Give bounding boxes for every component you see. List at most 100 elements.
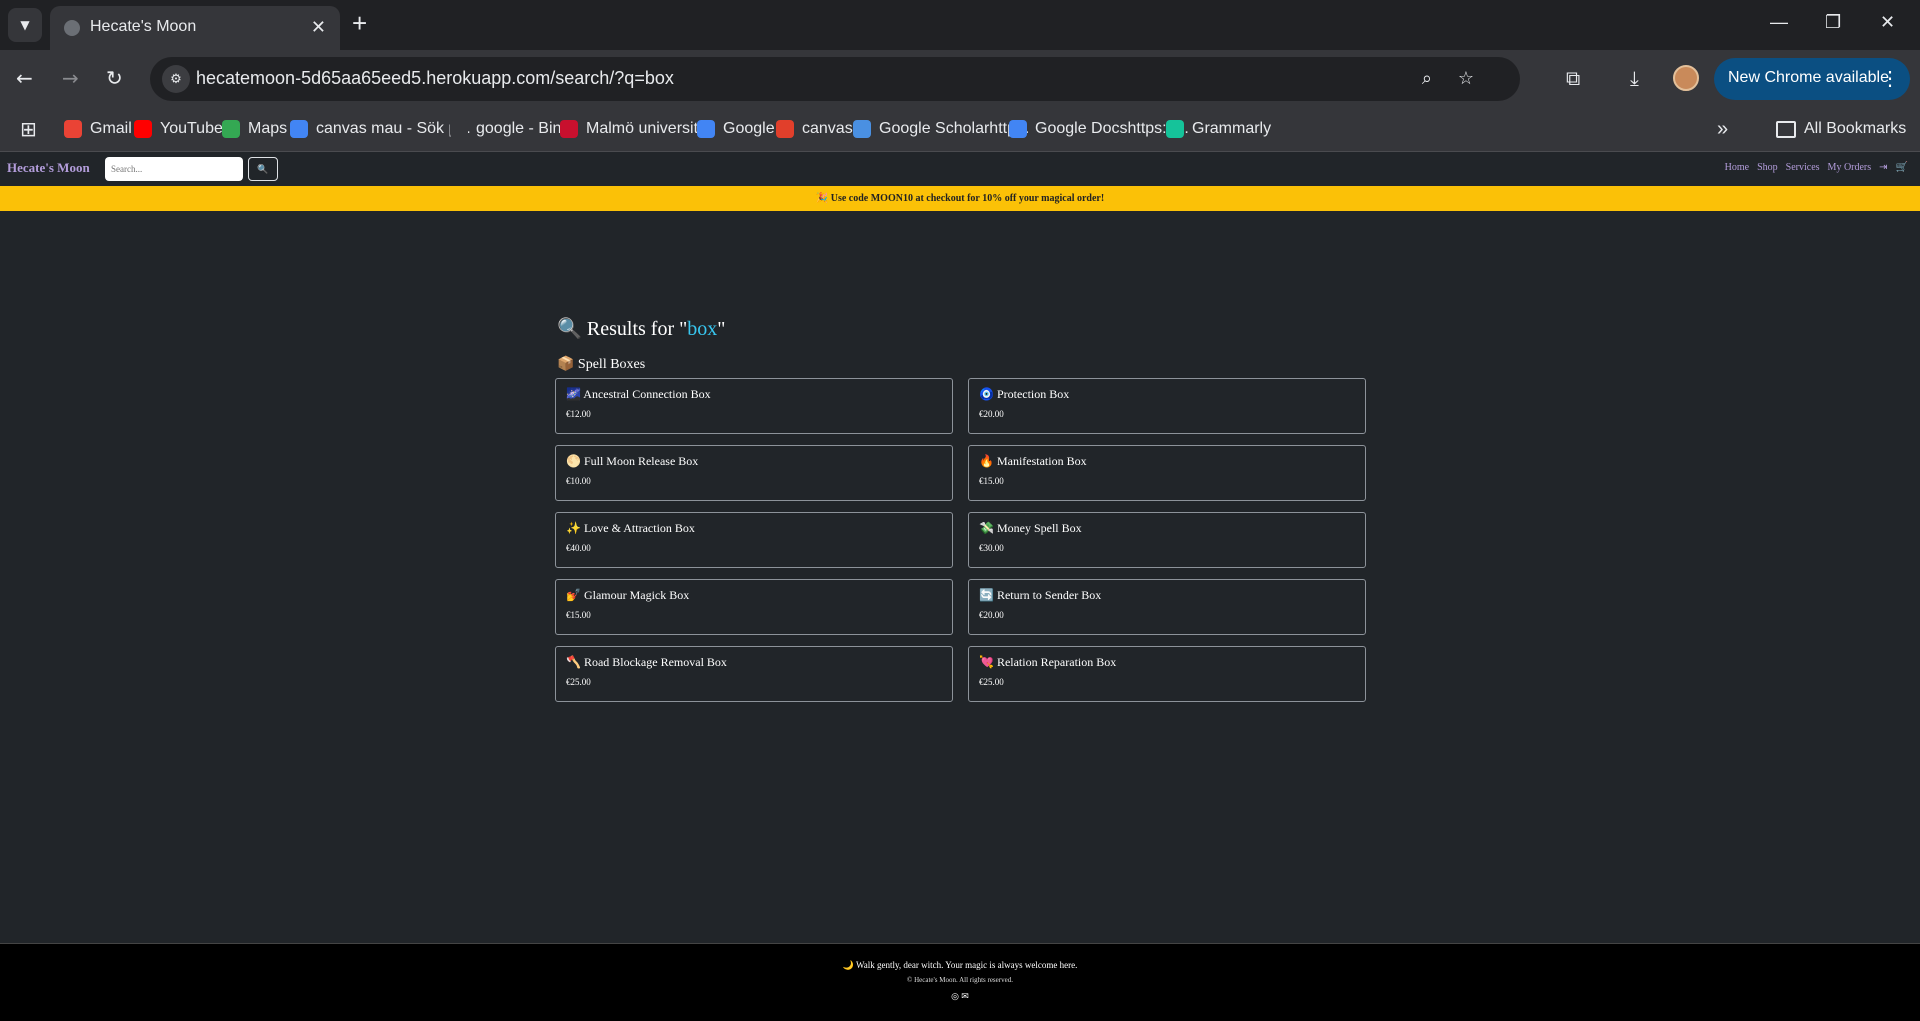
nav-services[interactable]: Services (1786, 162, 1820, 173)
bookmark-favicon-icon (450, 120, 468, 138)
bookmark-label: Google (723, 120, 775, 137)
bookmark-label: Maps (248, 120, 288, 137)
bookmark-item[interactable]: canvas (776, 116, 853, 142)
all-bookmarks[interactable]: All Bookmarks (1776, 116, 1906, 142)
bookmark-item[interactable]: Grammarly (1166, 116, 1271, 142)
minimize-icon[interactable]: — (1770, 12, 1788, 33)
bookmark-label: Google Scholarhttp... (879, 120, 1030, 137)
product-price: €15.00 (566, 610, 591, 620)
reload-icon[interactable]: ↻ (106, 66, 123, 90)
tab-title: Hecate's Moon (90, 18, 197, 35)
product-name[interactable]: 🌌 Ancestral Connection Box (566, 387, 942, 402)
product-card[interactable]: 💘 Relation Reparation Box €25.00 (968, 646, 1366, 702)
close-tab-icon[interactable]: ✕ (311, 17, 326, 38)
product-name[interactable]: 🔥 Manifestation Box (979, 454, 1355, 469)
bookmark-item[interactable]: Maps (222, 116, 287, 142)
site-footer: 🌙 Walk gently, dear witch. Your magic is… (0, 943, 1920, 1021)
forward-arrow-icon[interactable]: → (62, 66, 79, 90)
chevron-down-icon: ▼ (20, 18, 30, 32)
product-card[interactable]: 💸 Money Spell Box €30.00 (968, 512, 1366, 568)
bookmark-label: Malmö universitet (586, 120, 712, 137)
apps-grid-icon[interactable]: ⊞ (20, 116, 37, 142)
bookmark-label: canvas (802, 120, 853, 137)
product-card[interactable]: 💅 Glamour Magick Box €15.00 (555, 579, 953, 635)
site-brand[interactable]: Hecate's Moon (7, 160, 90, 176)
overflow-chevron-icon[interactable]: » (1717, 116, 1728, 142)
bookmark-item[interactable]: Google Docshttps://... (1009, 116, 1189, 142)
bookmark-item[interactable]: canvas mau - Sök p... (290, 116, 471, 142)
product-card[interactable]: 🔥 Manifestation Box €15.00 (968, 445, 1366, 501)
address-bar[interactable]: ⚙ hecatemoon-5d65aa65eed5.herokuapp.com/… (150, 57, 1520, 101)
product-name[interactable]: 🪓 Road Blockage Removal Box (566, 655, 942, 670)
results-grid: 🌌 Ancestral Connection Box €12.00 🧿 Protec… (555, 378, 1366, 702)
new-tab-button[interactable]: + (352, 10, 367, 36)
product-name[interactable]: ✨ Love & Attraction Box (566, 521, 942, 536)
folder-icon (1776, 120, 1796, 138)
tab-strip: ▼ Hecate's Moon ✕ + — ❐ ✕ (0, 0, 1920, 50)
product-price: €20.00 (979, 610, 1004, 620)
extensions-icon[interactable]: ⧉ (1566, 66, 1580, 90)
bookmark-favicon-icon (560, 120, 578, 138)
new-chrome-button[interactable]: New Chrome available ⋮ (1714, 58, 1910, 100)
restore-icon[interactable]: ❐ (1825, 12, 1841, 33)
zoom-icon[interactable]: ⌕ (1422, 68, 1432, 89)
bookmark-item[interactable]: google - Bing (450, 116, 570, 142)
bookmark-label: YouTube (160, 120, 223, 137)
product-card[interactable]: 🪓 Road Blockage Removal Box €25.00 (555, 646, 953, 702)
nav-shop[interactable]: Shop (1757, 162, 1778, 173)
browser-toolbar: ← → ↻ ⚙ hecatemoon-5d65aa65eed5.herokuap… (0, 50, 1920, 108)
product-name[interactable]: 🔄 Return to Sender Box (979, 588, 1355, 603)
site-info-icon[interactable]: ⚙ (162, 65, 190, 93)
search-input[interactable] (105, 157, 243, 181)
nav-home[interactable]: Home (1725, 162, 1749, 173)
product-name[interactable]: 🧿 Protection Box (979, 387, 1355, 402)
close-window-icon[interactable]: ✕ (1880, 12, 1895, 33)
bookmark-item[interactable]: Google (697, 116, 775, 142)
product-card[interactable]: 🌕 Full Moon Release Box €10.00 (555, 445, 953, 501)
bookmark-item[interactable]: Google Scholarhttp... (853, 116, 1029, 142)
nav-my-orders[interactable]: My Orders (1828, 162, 1872, 173)
promo-banner: 🎉 Use code MOON10 at checkout for 10% of… (0, 186, 1920, 211)
product-name[interactable]: 💸 Money Spell Box (979, 521, 1355, 536)
bookmark-item[interactable]: Malmö universitet (560, 116, 711, 142)
cart-icon[interactable]: 🛒 (1896, 162, 1908, 173)
logout-icon[interactable]: ⇥ (1879, 162, 1887, 173)
profile-avatar[interactable] (1673, 65, 1699, 91)
nav-links: Home Shop Services My Orders ⇥ 🛒 (1725, 162, 1908, 173)
product-card[interactable]: 🔄 Return to Sender Box €20.00 (968, 579, 1366, 635)
footer-social-icons[interactable]: ◎ ✉ (0, 991, 1920, 1002)
all-bookmarks-label: All Bookmarks (1804, 120, 1907, 137)
bookmark-favicon-icon (290, 120, 308, 138)
more-menu-icon[interactable]: ⋮ (1880, 66, 1900, 91)
bookmark-favicon-icon (64, 120, 82, 138)
url-text[interactable]: hecatemoon-5d65aa65eed5.herokuapp.com/se… (196, 68, 674, 89)
bookmark-favicon-icon (1009, 120, 1027, 138)
bookmark-favicon-icon (697, 120, 715, 138)
back-arrow-icon[interactable]: ← (16, 66, 33, 90)
bookmark-favicon-icon (222, 120, 240, 138)
product-card[interactable]: 🧿 Protection Box €20.00 (968, 378, 1366, 434)
bookmark-label: google - Bing (476, 120, 571, 137)
product-card[interactable]: ✨ Love & Attraction Box €40.00 (555, 512, 953, 568)
bookmark-label: Grammarly (1192, 120, 1272, 137)
bookmark-favicon-icon (134, 120, 152, 138)
product-name[interactable]: 💘 Relation Reparation Box (979, 655, 1355, 670)
product-name[interactable]: 🌕 Full Moon Release Box (566, 454, 942, 469)
search-button[interactable]: 🔍 (248, 157, 278, 181)
bookmark-star-icon[interactable]: ☆ (1458, 68, 1474, 89)
product-name[interactable]: 💅 Glamour Magick Box (566, 588, 942, 603)
download-icon[interactable]: ⤓ (1630, 66, 1639, 90)
bookmark-favicon-icon (853, 120, 871, 138)
footer-copyright: © Hecate's Moon. All rights reserved. (907, 976, 1013, 984)
bookmark-item[interactable]: Gmail (64, 116, 132, 142)
site-navbar: Hecate's Moon 🔍 Home Shop Services My Or… (0, 152, 1920, 186)
product-price: €12.00 (566, 409, 591, 419)
results-heading: 🔍 Results for "box" (557, 316, 725, 341)
section-heading: 📦 Spell Boxes (557, 357, 646, 372)
browser-tab[interactable]: Hecate's Moon ✕ (50, 6, 340, 50)
tab-search-button[interactable]: ▼ (8, 8, 42, 42)
product-price: €10.00 (566, 476, 591, 486)
product-card[interactable]: 🌌 Ancestral Connection Box €12.00 (555, 378, 953, 434)
results-prefix: 🔍 Results for " (557, 318, 688, 340)
bookmark-item[interactable]: YouTube (134, 116, 223, 142)
